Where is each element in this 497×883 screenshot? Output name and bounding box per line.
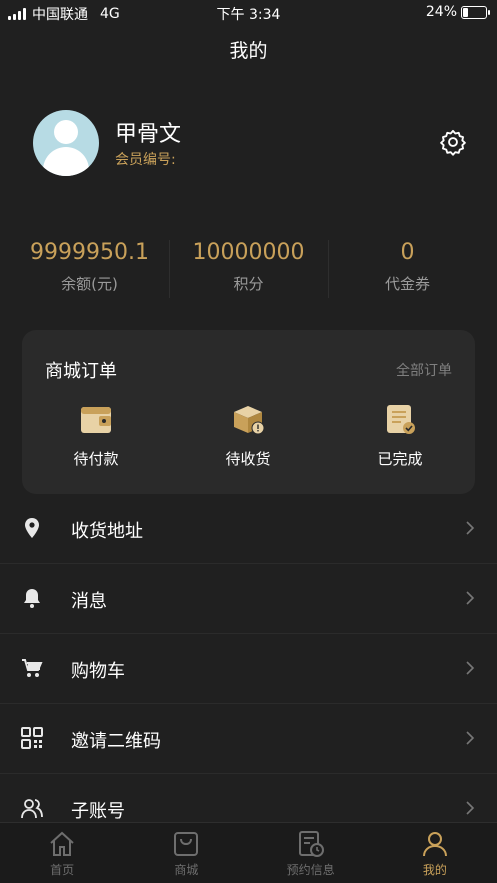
- menu-list: 收货地址 消息 购物车 邀请二维码 子账号: [0, 494, 497, 844]
- status-bar: 中国联通 4G 下午 3:34 24%: [0, 0, 497, 26]
- appointment-icon: [298, 831, 324, 857]
- tab-label-appointments: 预约信息: [286, 863, 335, 877]
- wallet-icon: [81, 407, 111, 433]
- balance-stat[interactable]: 9999950.1 余额(元): [10, 236, 169, 302]
- balance-value: 9999950.1: [30, 240, 149, 265]
- pending-receipt-label: 待收货: [225, 450, 271, 468]
- tab-label-home: 首页: [50, 863, 75, 877]
- profile-section: 甲骨文 会员编号:: [33, 110, 467, 176]
- tab-label-shop: 商城: [174, 863, 199, 877]
- chevron-right-icon: [466, 661, 475, 675]
- menu-item-invite-qr[interactable]: 邀请二维码: [0, 704, 497, 774]
- location-pin-icon: [25, 518, 39, 538]
- menu-label-sub-account: 子账号: [71, 801, 125, 822]
- menu-item-cart[interactable]: 购物车: [0, 634, 497, 704]
- completed-label: 已完成: [377, 450, 423, 468]
- home-icon: [50, 831, 74, 856]
- mall-orders-card: 商城订单 全部订单 待付款 待收货 已完成: [22, 330, 475, 494]
- order-pending-receipt[interactable]: 待收货: [188, 402, 308, 469]
- tab-shop[interactable]: 商城: [124, 823, 248, 883]
- menu-item-address[interactable]: 收货地址: [0, 494, 497, 564]
- profile-icon: [422, 832, 447, 857]
- all-orders-link[interactable]: 全部订单: [396, 360, 452, 380]
- order-completed[interactable]: 已完成: [340, 402, 460, 469]
- page-title: 我的: [229, 40, 268, 62]
- member-number-label: 会员编号:: [115, 152, 176, 168]
- points-value: 10000000: [192, 240, 305, 265]
- bottom-tab-bar: 首页 商城 预约信息 我的: [0, 822, 497, 883]
- battery-percent: 24%: [425, 4, 457, 20]
- tab-profile[interactable]: 我的: [373, 823, 497, 883]
- voucher-stat[interactable]: 0 代金券: [328, 236, 487, 302]
- avatar[interactable]: [33, 110, 99, 176]
- menu-label-invite-qr: 邀请二维码: [71, 731, 161, 752]
- sub-account-icon: [21, 799, 43, 819]
- chevron-right-icon: [466, 591, 475, 605]
- tab-home[interactable]: 首页: [0, 823, 124, 883]
- completed-doc-icon: [387, 405, 415, 434]
- pending-payment-label: 待付款: [73, 450, 119, 468]
- menu-label-messages: 消息: [71, 591, 107, 612]
- package-icon: [234, 406, 265, 435]
- points-label: 积分: [233, 275, 264, 293]
- clock: 下午 3:34: [216, 7, 281, 23]
- order-pending-payment[interactable]: 待付款: [36, 402, 156, 469]
- points-stat[interactable]: 10000000 积分: [169, 236, 328, 302]
- account-stats: 9999950.1 余额(元) 10000000 积分 0 代金券: [10, 236, 487, 302]
- cart-icon: [22, 659, 43, 677]
- menu-item-messages[interactable]: 消息: [0, 564, 497, 634]
- user-name: 甲骨文: [115, 122, 182, 147]
- tab-appointments[interactable]: 预约信息: [249, 823, 373, 883]
- orders-title: 商城订单: [45, 361, 117, 382]
- qr-code-icon: [21, 727, 43, 749]
- voucher-label: 代金券: [384, 275, 430, 293]
- menu-label-cart: 购物车: [71, 661, 125, 682]
- battery-icon: [461, 5, 490, 19]
- voucher-value: 0: [400, 240, 415, 265]
- tab-label-profile: 我的: [422, 863, 447, 877]
- settings-gear-icon[interactable]: [439, 128, 467, 156]
- chevron-right-icon: [466, 731, 475, 745]
- balance-label: 余额(元): [61, 275, 118, 293]
- shop-bag-icon: [174, 832, 199, 856]
- menu-label-address: 收货地址: [71, 521, 143, 542]
- bell-icon: [24, 589, 40, 608]
- chevron-right-icon: [466, 521, 475, 535]
- chevron-right-icon: [466, 801, 475, 815]
